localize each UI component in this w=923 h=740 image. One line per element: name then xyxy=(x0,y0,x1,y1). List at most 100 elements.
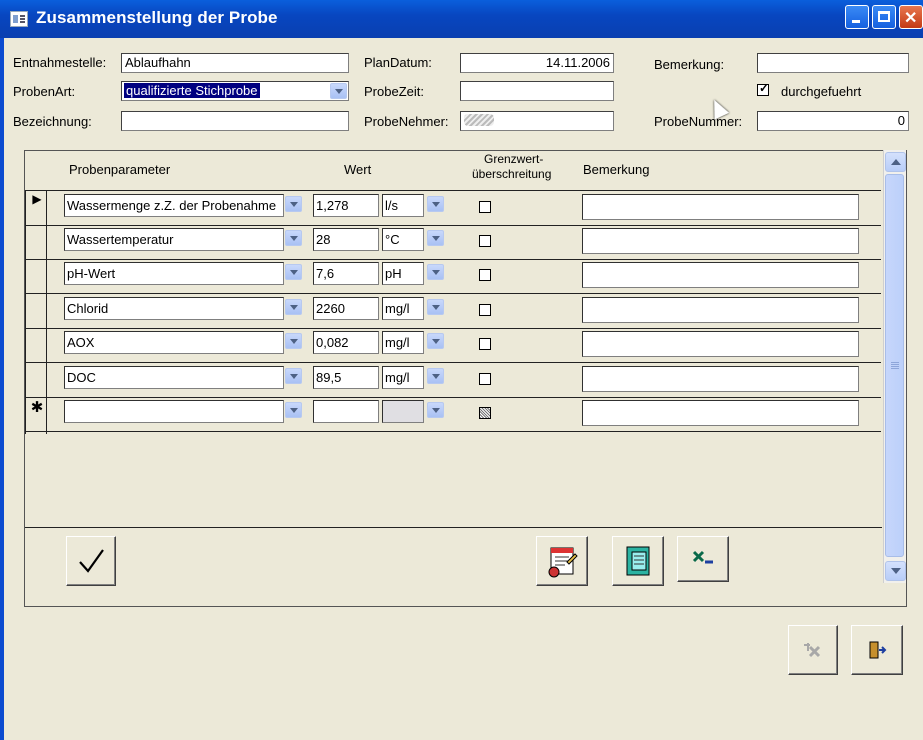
grenzwert-checkbox[interactable] xyxy=(479,304,491,316)
report-button[interactable] xyxy=(536,536,588,586)
chevron-down-icon[interactable] xyxy=(285,368,302,384)
grenzwert-checkbox[interactable] xyxy=(479,201,491,213)
parameter-combo[interactable]: Wassermenge z.Z. der Probenahme xyxy=(64,194,284,217)
probenummer-label: ProbeNummer: xyxy=(654,114,743,129)
bemerkung-field[interactable] xyxy=(582,228,859,254)
einheit-combo[interactable] xyxy=(382,400,424,423)
row-divider xyxy=(25,328,881,329)
entnahmestelle-label: Entnahmestelle: xyxy=(13,55,107,70)
chevron-down-icon[interactable] xyxy=(427,333,444,349)
probenart-label: ProbenArt: xyxy=(13,84,76,99)
einheit-combo[interactable]: mg/l xyxy=(382,366,424,389)
header-wert: Wert xyxy=(344,162,372,177)
chevron-down-icon[interactable] xyxy=(427,299,444,315)
exit-door-icon xyxy=(869,641,887,659)
header-probenparameter: Probenparameter xyxy=(69,162,171,177)
window-title: Zusammenstellung der Probe xyxy=(36,8,278,27)
new-record-marker[interactable]: ✱ xyxy=(29,398,45,416)
entnahmestelle-field[interactable]: Ablaufhahn xyxy=(121,53,349,73)
einheit-combo[interactable]: mg/l xyxy=(382,331,424,354)
wert-field[interactable]: 7,6 xyxy=(313,262,379,285)
chevron-down-icon[interactable] xyxy=(330,83,347,99)
parameter-combo[interactable]: Chlorid xyxy=(64,297,284,320)
header-bemerkung: Bemerkung xyxy=(583,162,650,177)
einheit-combo[interactable]: mg/l xyxy=(382,297,424,320)
chevron-down-icon[interactable] xyxy=(427,402,444,418)
exit-button[interactable] xyxy=(851,625,903,675)
grenzwert-checkbox[interactable] xyxy=(479,235,491,247)
grenzwert-checkbox[interactable] xyxy=(479,407,491,419)
chevron-down-icon[interactable] xyxy=(285,299,302,315)
parameter-combo[interactable]: AOX xyxy=(64,331,284,354)
bezeichnung-label: Bezeichnung: xyxy=(13,114,92,129)
chevron-down-icon[interactable] xyxy=(285,264,302,280)
wert-field[interactable]: 28 xyxy=(313,228,379,251)
chevron-down-icon[interactable] xyxy=(285,333,302,349)
wert-field[interactable]: 2260 xyxy=(313,297,379,320)
chevron-down-icon xyxy=(890,568,901,574)
grenzwert-checkbox[interactable] xyxy=(479,373,491,385)
wert-field[interactable]: 1,278 xyxy=(313,194,379,217)
probenummer-field[interactable]: 0 xyxy=(757,111,909,131)
wert-field[interactable] xyxy=(313,400,379,423)
probezeit-field[interactable] xyxy=(460,81,614,101)
scroll-up-button[interactable] xyxy=(885,152,906,172)
delete-record-button[interactable] xyxy=(788,625,838,675)
probezeit-label: ProbeZeit: xyxy=(364,84,424,99)
parameter-combo[interactable] xyxy=(64,400,284,423)
row-divider xyxy=(25,431,881,432)
excel-icon xyxy=(692,550,713,564)
parameter-combo[interactable]: Wassertemperatur xyxy=(64,228,284,251)
plandatum-field[interactable]: 14.11.2006 xyxy=(460,53,614,73)
window-border xyxy=(0,38,4,740)
plandatum-label: PlanDatum: xyxy=(364,55,432,70)
header-divider xyxy=(25,190,881,191)
confirm-button[interactable] xyxy=(66,536,116,586)
close-button[interactable]: ✕ xyxy=(899,5,923,29)
wert-field[interactable]: 89,5 xyxy=(313,366,379,389)
bemerkung-field[interactable] xyxy=(582,194,859,220)
bemerkung-field[interactable] xyxy=(582,331,859,357)
chevron-down-icon[interactable] xyxy=(285,402,302,418)
durchgefuehrt-label: durchgefuehrt xyxy=(781,84,862,99)
bezeichnung-field[interactable] xyxy=(121,111,349,131)
bemerkung-field[interactable] xyxy=(757,53,909,73)
row-divider xyxy=(25,362,881,363)
notebook-icon xyxy=(626,546,650,576)
close-icon: ✕ xyxy=(904,10,918,27)
header-grenzwert-line2: überschreitung xyxy=(472,167,552,181)
chevron-down-icon[interactable] xyxy=(285,230,302,246)
minimize-button[interactable] xyxy=(845,5,869,29)
chevron-down-icon[interactable] xyxy=(427,196,444,212)
grenzwert-checkbox[interactable] xyxy=(479,269,491,281)
excel-export-button[interactable] xyxy=(677,536,729,582)
row-divider xyxy=(25,225,881,226)
chevron-down-icon[interactable] xyxy=(427,368,444,384)
chevron-down-icon[interactable] xyxy=(285,196,302,212)
durchgefuehrt-checkbox[interactable]: ✓ xyxy=(757,81,769,96)
bemerkung-field[interactable] xyxy=(582,262,859,288)
scroll-down-button[interactable] xyxy=(885,561,906,581)
probenart-value: qualifizierte Stichprobe xyxy=(124,83,260,98)
chevron-down-icon[interactable] xyxy=(427,230,444,246)
bemerkung-field[interactable] xyxy=(582,400,859,426)
einheit-combo[interactable]: pH xyxy=(382,262,424,285)
maximize-button[interactable] xyxy=(872,5,896,29)
grenzwert-checkbox[interactable] xyxy=(479,338,491,350)
einheit-combo[interactable]: °C xyxy=(382,228,424,251)
einheit-combo[interactable]: l/s xyxy=(382,194,424,217)
bemerkung-field[interactable] xyxy=(582,366,859,392)
parameter-combo[interactable]: pH-Wert xyxy=(64,262,284,285)
probenart-combo[interactable]: qualifizierte Stichprobe xyxy=(121,81,349,101)
subform-footer-divider xyxy=(25,527,882,528)
parameter-combo[interactable]: DOC xyxy=(64,366,284,389)
row-divider xyxy=(25,293,881,294)
wert-field[interactable]: 0,082 xyxy=(313,331,379,354)
bemerkung-field[interactable] xyxy=(582,297,859,323)
notebook-button[interactable] xyxy=(612,536,664,586)
scroll-thumb[interactable] xyxy=(885,174,904,557)
record-selector[interactable]: ▶ xyxy=(29,192,45,206)
checkmark-icon xyxy=(79,549,104,573)
chevron-down-icon[interactable] xyxy=(427,264,444,280)
row-divider xyxy=(25,259,881,260)
